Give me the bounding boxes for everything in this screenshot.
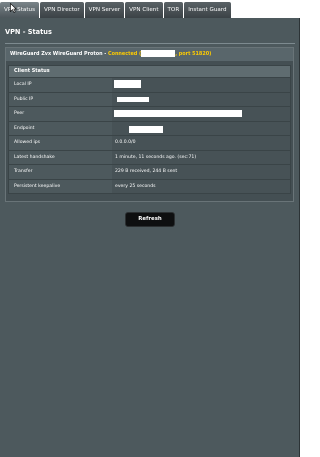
redacted-local-ip <box>114 80 141 88</box>
tab-label: VPN Status <box>4 7 35 13</box>
tab-label: VPN Director <box>44 7 80 13</box>
mouse-pointer-icon <box>10 3 17 13</box>
tab-vpn-status[interactable]: VPN Status <box>0 2 39 18</box>
local-ip-label: Local IP <box>9 78 112 92</box>
tab-bar: VPN Status VPN Director VPN Server VPN C… <box>0 0 300 18</box>
table-row: Public IP <box>9 91 290 106</box>
tab-vpn-client[interactable]: VPN Client <box>125 2 163 18</box>
persistent-keepalive-label: Persistent keepalive <box>9 179 112 193</box>
table-row: Peer <box>9 106 290 121</box>
panel-header: WireGuard Zvx WireGuard Proton - Connect… <box>6 48 293 61</box>
page-title: VPN - Status <box>5 28 52 36</box>
tab-tor[interactable]: TOR <box>163 2 184 18</box>
local-ip-value <box>112 78 290 92</box>
peer-label: Peer <box>9 107 112 121</box>
redacted-peer-key <box>114 110 242 117</box>
title-divider <box>5 43 295 44</box>
table-row: Local IP <box>9 77 290 92</box>
public-ip-value <box>112 92 290 106</box>
table-row: Allowed ips 0.0.0.0/0 <box>9 135 290 150</box>
peer-value <box>112 107 290 121</box>
redacted-ip <box>141 49 176 57</box>
client-status-heading: Client Status <box>9 66 290 77</box>
wireguard-status-panel: WireGuard Zvx WireGuard Proton - Connect… <box>5 47 294 202</box>
redacted-public-ip <box>117 96 149 102</box>
tab-label: VPN Server <box>88 7 121 13</box>
transfer-label: Transfer <box>9 165 112 179</box>
tab-label: TOR <box>167 7 180 13</box>
persistent-keepalive-value: every 25 seconds <box>112 179 290 193</box>
client-name: WireGuard Zvx WireGuard Proton <box>10 51 103 57</box>
latest-handshake-label: Latest handshake <box>9 150 112 164</box>
port-text: , port 51820) <box>175 51 212 57</box>
endpoint-label: Endpoint <box>9 121 112 135</box>
refresh-button[interactable]: Refresh <box>125 212 175 227</box>
table-row: Endpoint <box>9 120 290 135</box>
allowed-ips-label: Allowed ips <box>9 136 112 150</box>
public-ip-label: Public IP <box>9 92 112 106</box>
latest-handshake-value: 1 minute, 11 seconds ago. (sec:71) <box>112 150 290 164</box>
tab-vpn-director[interactable]: VPN Director <box>40 2 84 18</box>
table-row: Latest handshake 1 minute, 11 seconds ag… <box>9 149 290 164</box>
tab-label: Instant Guard <box>188 7 227 13</box>
tab-label: VPN Client <box>129 7 159 13</box>
tab-instant-guard[interactable]: Instant Guard <box>184 2 231 18</box>
table-row: Transfer 229 B received, 244 B sent <box>9 164 290 179</box>
allowed-ips-value: 0.0.0.0/0 <box>112 136 290 150</box>
connection-status: Connected (, port 51820) <box>108 49 212 57</box>
endpoint-value <box>112 121 290 135</box>
redacted-endpoint <box>129 125 163 133</box>
client-status-table: Client Status Local IP Public IP Peer En… <box>8 65 291 194</box>
tab-vpn-server[interactable]: VPN Server <box>84 2 125 18</box>
main-content: VPN - Status WireGuard Zvx WireGuard Pro… <box>0 18 300 457</box>
table-row: Persistent keepalive every 25 seconds <box>9 178 290 193</box>
transfer-value: 229 B received, 244 B sent <box>112 165 290 179</box>
status-text: Connected <box>108 51 138 57</box>
